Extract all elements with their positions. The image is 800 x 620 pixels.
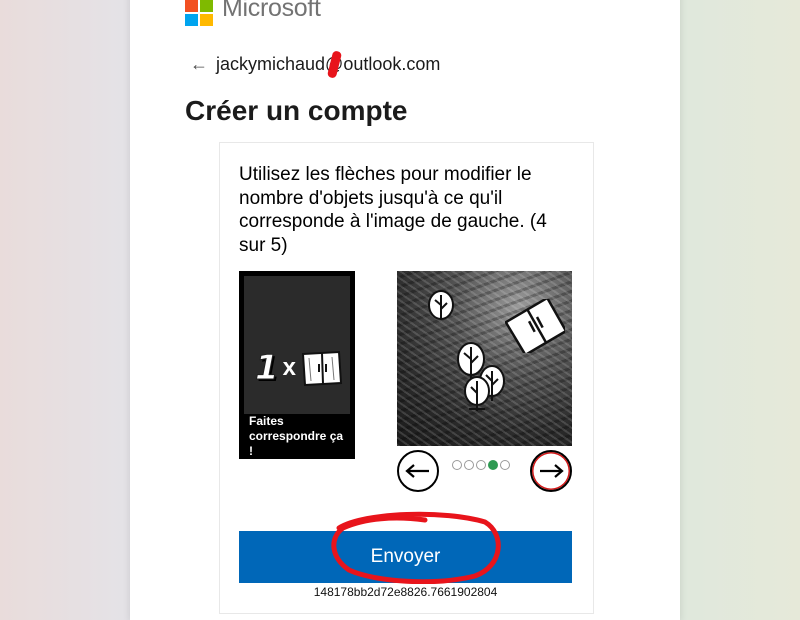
pager-dot-active: [488, 460, 498, 470]
captcha-nav: [397, 450, 572, 496]
pager-dot: [452, 460, 462, 470]
pager-dot: [476, 460, 486, 470]
captcha-instruction: Utilisez les flèches pour modifier le no…: [239, 164, 547, 256]
microsoft-logo-icon: [185, 0, 213, 26]
target-count: 1: [255, 348, 280, 389]
brand-name: Microsoft: [222, 0, 321, 22]
back-arrow-icon[interactable]: ←: [190, 54, 212, 75]
pager-dot: [464, 460, 474, 470]
pager-dots: [452, 460, 510, 470]
door-icon: [505, 299, 565, 353]
tree-icon: [464, 376, 490, 411]
arrow-right-icon: [540, 464, 564, 478]
arrow-left-icon: [405, 464, 429, 478]
target-image-area: 1 x: [244, 276, 350, 414]
multiplier-sign: x: [282, 354, 297, 381]
session-id: 148178bb2d72e8826.7661902804: [313, 585, 498, 599]
identity-row: ← jackymichaud@outlook.com: [190, 52, 440, 76]
microsoft-logo: Microsoft: [185, 0, 321, 26]
page-title: Créer un compte: [185, 95, 408, 126]
door-icon: [301, 350, 343, 386]
pager-dot: [500, 460, 510, 470]
puzzle-image: [397, 271, 572, 446]
next-button[interactable]: [530, 450, 572, 492]
target-label: Faites correspondre ça !: [249, 414, 344, 458]
prev-button[interactable]: [397, 450, 439, 492]
tree-icon: [428, 290, 454, 320]
submit-button[interactable]: Envoyer: [239, 531, 572, 583]
